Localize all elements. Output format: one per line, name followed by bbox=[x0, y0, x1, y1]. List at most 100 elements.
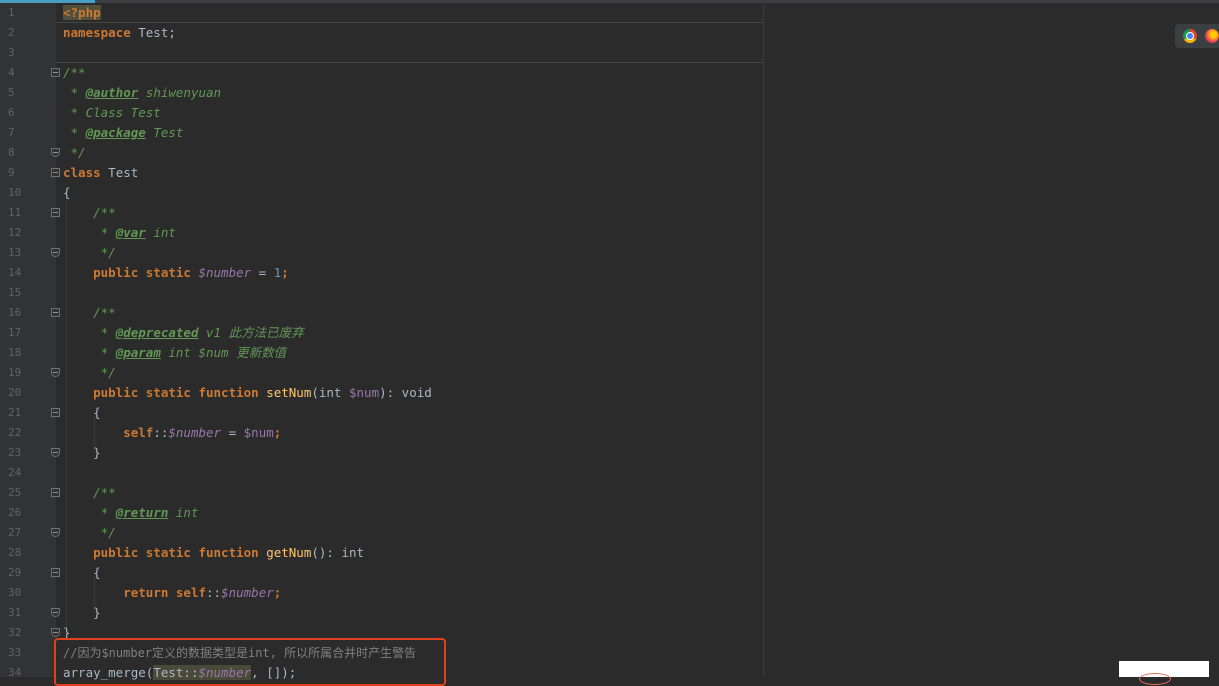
line-number: 9 bbox=[8, 166, 15, 179]
php-open-tag: <?php bbox=[63, 5, 101, 20]
semicolon: ; bbox=[273, 585, 282, 600]
code-line: * @deprecated v1 此方法已废弃 bbox=[63, 323, 304, 343]
doc-comment: * bbox=[63, 505, 116, 520]
fold-toggle-icon[interactable] bbox=[51, 528, 60, 537]
doc-comment: int bbox=[168, 505, 199, 520]
line-number: 26 bbox=[8, 506, 22, 519]
fold-toggle-icon[interactable] bbox=[51, 448, 60, 457]
line-number: 17 bbox=[8, 326, 22, 339]
fold-toggle-icon[interactable] bbox=[51, 208, 60, 217]
code-line: public static function setNum(int $num):… bbox=[63, 383, 432, 403]
doc-comment: */ bbox=[63, 365, 116, 380]
line-number: 32 bbox=[8, 626, 22, 639]
doc-tag: @return bbox=[115, 505, 169, 520]
logo-icon bbox=[1139, 673, 1171, 685]
code-line: public static $number = 1; bbox=[63, 263, 289, 283]
line-number: 3 bbox=[8, 46, 15, 59]
keyword: self bbox=[63, 425, 154, 440]
line-number: 13 bbox=[8, 246, 22, 259]
fold-toggle-icon[interactable] bbox=[51, 488, 60, 497]
line-number: 20 bbox=[8, 386, 22, 399]
code-line: /** bbox=[63, 203, 116, 223]
doc-tag: @param bbox=[115, 345, 161, 360]
code-line: /** bbox=[63, 63, 86, 83]
semicolon: ; bbox=[281, 265, 289, 280]
doc-comment: * bbox=[63, 85, 86, 100]
code-line: { bbox=[63, 183, 71, 203]
line-number: 34 bbox=[8, 666, 22, 679]
fold-toggle-icon[interactable] bbox=[51, 248, 60, 257]
code-line: public static function getNum(): int bbox=[63, 543, 364, 563]
line-number: 8 bbox=[8, 146, 15, 159]
code-line: class Test bbox=[63, 163, 138, 183]
semicolon: ; bbox=[273, 425, 282, 440]
doc-comment: * bbox=[63, 345, 116, 360]
line-number: 4 bbox=[8, 66, 15, 79]
chrome-icon[interactable] bbox=[1183, 29, 1197, 43]
function-name: setNum bbox=[266, 385, 312, 400]
fold-toggle-icon[interactable] bbox=[51, 628, 60, 637]
firefox-icon[interactable] bbox=[1205, 29, 1219, 43]
line-number: 25 bbox=[8, 486, 22, 499]
annotation-highlight-box bbox=[54, 638, 446, 686]
fold-toggle-icon[interactable] bbox=[51, 608, 60, 617]
fold-toggle-icon[interactable] bbox=[51, 568, 60, 577]
doc-comment: int $num 更新数值 bbox=[160, 345, 287, 360]
code-line: * Class Test bbox=[63, 103, 161, 123]
params: (int bbox=[311, 385, 349, 400]
code-line: return self::$number; bbox=[63, 583, 281, 603]
doc-comment: * bbox=[63, 225, 116, 240]
line-number: 7 bbox=[8, 126, 15, 139]
keyword: public static function bbox=[63, 385, 267, 400]
line-number: 10 bbox=[8, 186, 22, 199]
keyword: return bbox=[63, 585, 176, 600]
code-line: } bbox=[63, 443, 101, 463]
fold-toggle-icon[interactable] bbox=[51, 408, 60, 417]
operator: = bbox=[251, 265, 274, 280]
code-line: /** bbox=[63, 483, 116, 503]
operator: = bbox=[221, 425, 244, 440]
code-line: { bbox=[63, 563, 101, 583]
doc-comment: * bbox=[63, 325, 116, 340]
line-number: 27 bbox=[8, 526, 22, 539]
doc-tag: @author bbox=[85, 85, 139, 100]
fold-toggle-icon[interactable] bbox=[51, 368, 60, 377]
fold-toggle-icon[interactable] bbox=[51, 148, 60, 157]
fold-toggle-icon[interactable] bbox=[51, 308, 60, 317]
line-number: 15 bbox=[8, 286, 22, 299]
variable: $number bbox=[168, 425, 222, 440]
line-number: 12 bbox=[8, 226, 22, 239]
brace: { bbox=[63, 185, 71, 200]
line-number: 18 bbox=[8, 346, 22, 359]
doc-comment: * Class Test bbox=[63, 105, 161, 120]
variable: $num bbox=[243, 425, 274, 440]
brace: } bbox=[63, 605, 101, 620]
line-number: 30 bbox=[8, 586, 22, 599]
doc-comment: */ bbox=[63, 245, 116, 260]
browser-preview-icons bbox=[1175, 24, 1219, 48]
code-line: } bbox=[63, 603, 101, 623]
namespace-separator bbox=[56, 62, 763, 63]
variable: $number bbox=[198, 265, 252, 280]
class-name: Test bbox=[100, 165, 139, 180]
brace: } bbox=[63, 445, 101, 460]
line-number: 1 bbox=[8, 6, 15, 19]
right-margin-guide bbox=[763, 3, 764, 677]
doc-comment: /** bbox=[63, 205, 116, 220]
code-line: * @param int $num 更新数值 bbox=[63, 343, 286, 363]
fold-toggle-icon[interactable] bbox=[51, 168, 60, 177]
fold-toggle-icon[interactable] bbox=[51, 68, 60, 77]
line-number: 28 bbox=[8, 546, 22, 559]
doc-comment: /** bbox=[63, 65, 86, 80]
line-number: 19 bbox=[8, 366, 22, 379]
line-number: 16 bbox=[8, 306, 22, 319]
keyword: namespace bbox=[63, 25, 131, 40]
line-number: 5 bbox=[8, 86, 15, 99]
keyword: public static function bbox=[63, 545, 267, 560]
corner-widget bbox=[1119, 661, 1209, 685]
code-line: <?php bbox=[63, 3, 101, 23]
doc-tag: @var bbox=[115, 225, 146, 240]
code-line: * @package Test bbox=[63, 123, 184, 143]
doc-comment: * bbox=[63, 125, 86, 140]
doc-comment: int bbox=[145, 225, 176, 240]
